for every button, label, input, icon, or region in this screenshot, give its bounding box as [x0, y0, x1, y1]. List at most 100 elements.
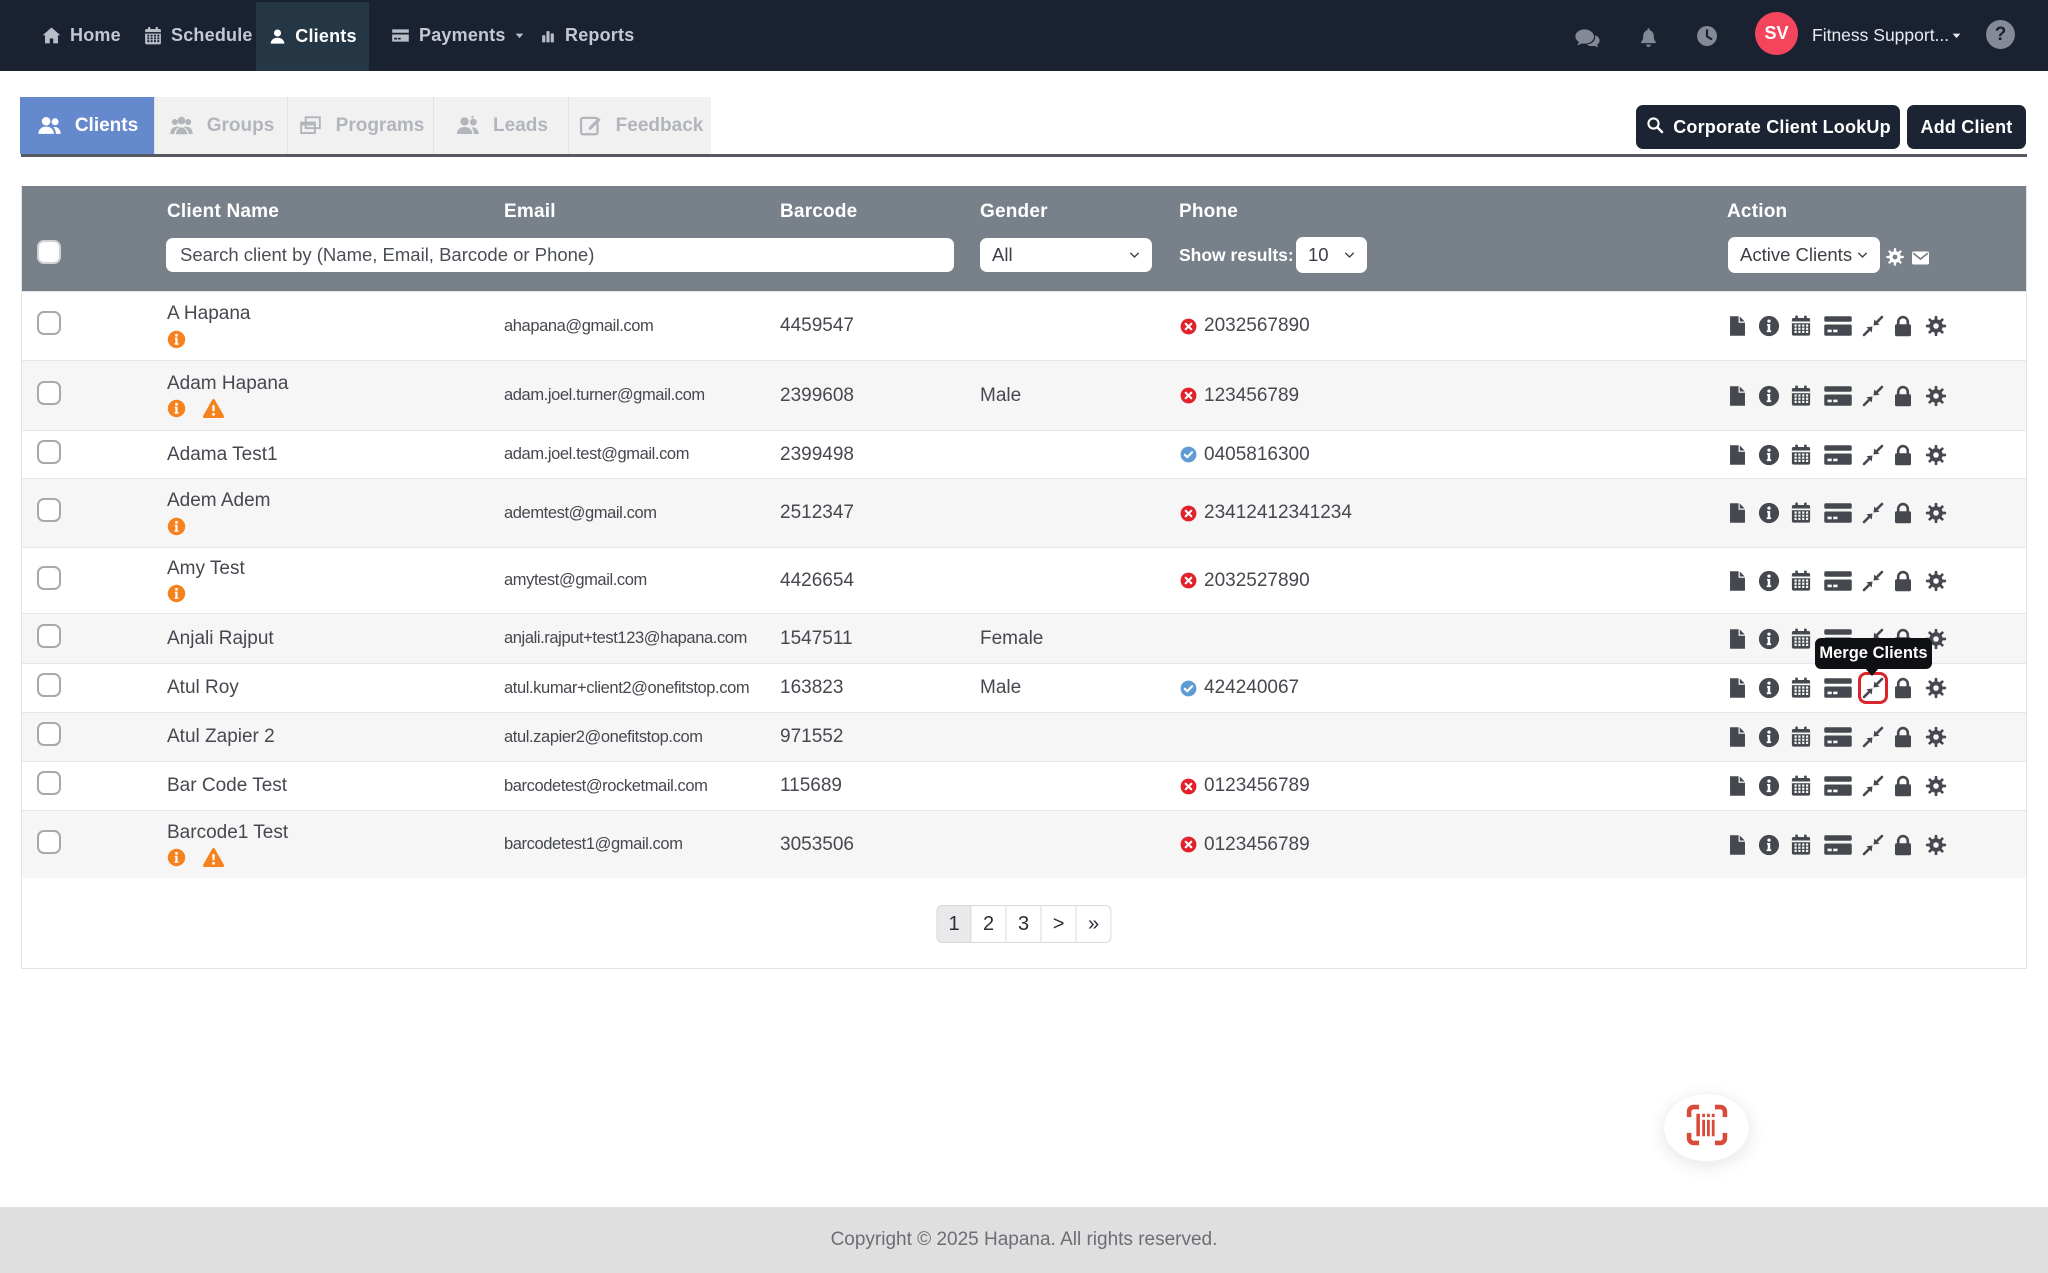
tab-feedback[interactable]: Feedback — [568, 97, 711, 154]
payment-card-icon[interactable] — [1823, 673, 1853, 703]
document-icon[interactable] — [1726, 502, 1748, 524]
row-checkbox[interactable] — [37, 830, 61, 854]
document-icon[interactable] — [1726, 834, 1748, 856]
info-icon[interactable] — [167, 399, 186, 418]
merge-clients-icon[interactable] — [1861, 314, 1885, 338]
nav-item-clients[interactable]: Clients — [256, 2, 369, 71]
bell-icon[interactable] — [1636, 24, 1661, 49]
payment-card-icon[interactable] — [1823, 771, 1853, 801]
lock-icon[interactable] — [1891, 774, 1915, 798]
calendar-icon[interactable] — [1789, 443, 1812, 466]
info-icon[interactable] — [167, 517, 186, 536]
add-client-button[interactable]: Add Client — [1907, 105, 2026, 149]
search-input[interactable] — [166, 238, 954, 272]
tab-groups[interactable]: Groups — [154, 97, 287, 154]
payment-card-icon[interactable] — [1823, 381, 1853, 411]
merge-clients-icon[interactable] — [1861, 833, 1885, 857]
nav-item-schedule[interactable]: Schedule — [143, 0, 253, 71]
warning-icon[interactable] — [202, 846, 225, 869]
lock-icon[interactable] — [1891, 443, 1915, 467]
info-icon[interactable] — [1758, 775, 1780, 797]
payment-card-icon[interactable] — [1823, 830, 1853, 860]
calendar-icon[interactable] — [1789, 677, 1812, 700]
document-icon[interactable] — [1726, 726, 1748, 748]
row-checkbox[interactable] — [37, 311, 61, 335]
payment-card-icon[interactable] — [1823, 311, 1853, 341]
calendar-icon[interactable] — [1789, 627, 1812, 650]
document-icon[interactable] — [1726, 315, 1748, 337]
merge-clients-icon[interactable] — [1861, 676, 1885, 700]
info-icon[interactable] — [167, 584, 186, 603]
merge-clients-icon[interactable] — [1861, 774, 1885, 798]
info-icon[interactable] — [1758, 628, 1780, 650]
merge-clients-icon[interactable] — [1861, 725, 1885, 749]
info-icon[interactable] — [1758, 315, 1780, 337]
page-button-3[interactable]: 3 — [1007, 905, 1042, 943]
info-icon[interactable] — [167, 848, 186, 867]
document-icon[interactable] — [1726, 570, 1748, 592]
settings-gear-icon[interactable] — [1924, 833, 1947, 856]
settings-gear-icon[interactable] — [1885, 247, 1905, 267]
document-icon[interactable] — [1726, 385, 1748, 407]
settings-gear-icon[interactable] — [1924, 315, 1947, 338]
caret-down-icon[interactable] — [1949, 28, 1964, 48]
info-icon[interactable] — [1758, 502, 1780, 524]
merge-clients-icon[interactable] — [1861, 569, 1885, 593]
warning-icon[interactable] — [202, 397, 225, 420]
merge-clients-icon[interactable] — [1861, 501, 1885, 525]
settings-gear-icon[interactable] — [1924, 443, 1947, 466]
lock-icon[interactable] — [1891, 833, 1915, 857]
merge-clients-icon[interactable] — [1861, 384, 1885, 408]
document-icon[interactable] — [1726, 775, 1748, 797]
calendar-icon[interactable] — [1789, 502, 1812, 525]
document-icon[interactable] — [1726, 444, 1748, 466]
lock-icon[interactable] — [1891, 384, 1915, 408]
row-checkbox[interactable] — [37, 440, 61, 464]
merge-clients-icon[interactable] — [1861, 443, 1885, 467]
settings-gear-icon[interactable] — [1924, 775, 1947, 798]
lock-icon[interactable] — [1891, 676, 1915, 700]
row-checkbox[interactable] — [37, 722, 61, 746]
info-icon[interactable] — [1758, 677, 1780, 699]
help-icon[interactable]: ? — [1986, 20, 2015, 49]
calendar-icon[interactable] — [1789, 726, 1812, 749]
barcode-scan-button[interactable] — [1663, 1093, 1750, 1162]
calendar-icon[interactable] — [1789, 315, 1812, 338]
row-checkbox[interactable] — [37, 566, 61, 590]
page-button->[interactable]: > — [1042, 905, 1077, 943]
comments-icon[interactable] — [1572, 25, 1603, 53]
client-status-filter-select[interactable]: Active Clients — [1728, 237, 1880, 273]
nav-item-payments[interactable]: Payments — [390, 0, 527, 71]
envelope-icon[interactable] — [1909, 248, 1932, 268]
row-checkbox[interactable] — [37, 624, 61, 648]
page-size-select[interactable]: 10 — [1296, 237, 1367, 273]
payment-card-icon[interactable] — [1823, 566, 1853, 596]
page-button-1[interactable]: 1 — [936, 905, 971, 943]
nav-item-reports[interactable]: Reports — [539, 0, 634, 71]
document-icon[interactable] — [1726, 628, 1748, 650]
document-icon[interactable] — [1726, 677, 1748, 699]
calendar-icon[interactable] — [1789, 833, 1812, 856]
info-icon[interactable] — [167, 330, 186, 349]
calendar-icon[interactable] — [1789, 384, 1812, 407]
payment-card-icon[interactable] — [1823, 498, 1853, 528]
info-icon[interactable] — [1758, 570, 1780, 592]
info-icon[interactable] — [1758, 834, 1780, 856]
corporate-client-lookup-button[interactable]: Corporate Client LookUp — [1636, 105, 1900, 149]
lock-icon[interactable] — [1891, 725, 1915, 749]
tab-leads[interactable]: Leads — [433, 97, 568, 154]
gender-filter-select[interactable]: All — [980, 238, 1152, 272]
clock-icon[interactable] — [1694, 23, 1720, 49]
calendar-icon[interactable] — [1789, 569, 1812, 592]
info-icon[interactable] — [1758, 726, 1780, 748]
row-checkbox[interactable] — [37, 498, 61, 522]
calendar-icon[interactable] — [1789, 775, 1812, 798]
lock-icon[interactable] — [1891, 314, 1915, 338]
lock-icon[interactable] — [1891, 569, 1915, 593]
lock-icon[interactable] — [1891, 501, 1915, 525]
nav-item-home[interactable]: Home — [41, 0, 121, 71]
payment-card-icon[interactable] — [1823, 722, 1853, 752]
info-icon[interactable] — [1758, 385, 1780, 407]
settings-gear-icon[interactable] — [1924, 569, 1947, 592]
settings-gear-icon[interactable] — [1924, 677, 1947, 700]
